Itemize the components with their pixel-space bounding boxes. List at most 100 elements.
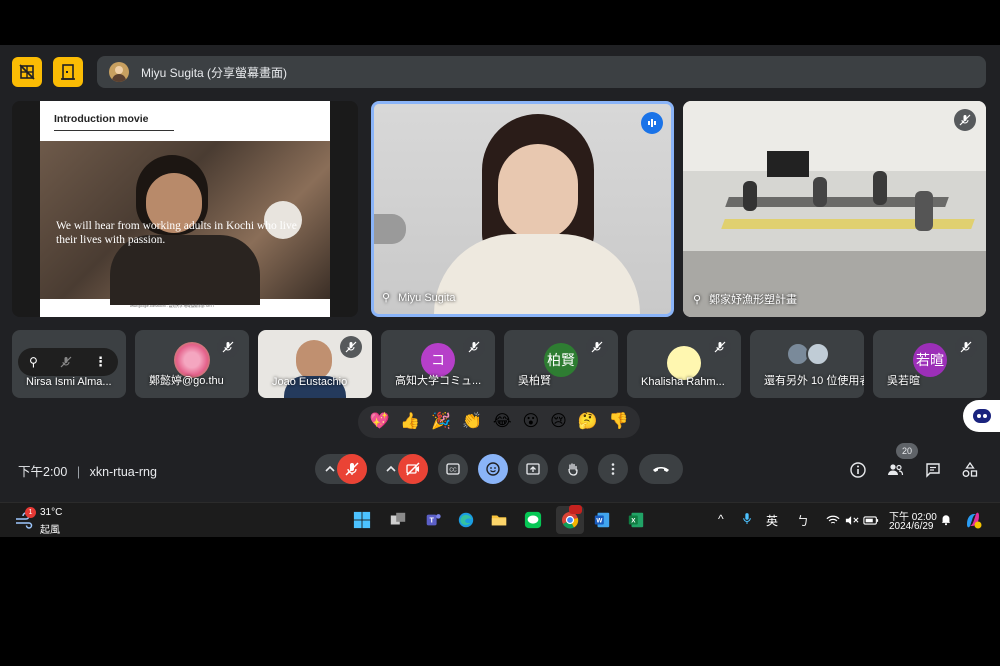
svg-text:W: W (596, 518, 602, 525)
mic-off-icon (709, 336, 731, 358)
folder-icon (491, 515, 507, 526)
meeting-code: xkn-rtua-rng (89, 465, 157, 479)
ime-language[interactable]: 英 (766, 512, 778, 529)
participant-tile-8[interactable]: 若暄 吳若暄 (873, 330, 987, 398)
battery-icon[interactable] (863, 513, 879, 531)
wifi-icon[interactable] (826, 513, 840, 531)
participant-tile-1[interactable]: ⚲ ⋮ Nirsa Ismi Alma... (12, 330, 126, 398)
windows-logo-icon (353, 511, 371, 529)
more-vert-icon[interactable]: ⋮ (94, 354, 107, 370)
chat-icon (926, 463, 940, 478)
teams-button[interactable]: T (422, 509, 444, 531)
active-speaker-tile[interactable]: ⚲ Miyu Sugita (371, 101, 674, 317)
raise-hand-button[interactable] (558, 454, 588, 484)
mic-off-icon (345, 462, 359, 476)
participant-tile-others[interactable]: 還有另外 10 位使用者 (750, 330, 864, 398)
windows-start-button[interactable] (351, 509, 373, 531)
reaction-thumbs-down[interactable]: 👎 (609, 412, 629, 432)
tray-mic-icon[interactable] (742, 512, 752, 531)
svg-text:CC: CC (449, 468, 457, 474)
mic-off-icon (954, 109, 976, 131)
participant-tile-2[interactable]: 鄭懿婷@go.thu (135, 330, 249, 398)
line-button[interactable] (522, 509, 544, 531)
presenter-avatar (109, 62, 129, 82)
present-screen-button[interactable] (518, 454, 548, 484)
chevron-up-icon (325, 465, 335, 472)
weather-widget-icon[interactable]: 1 (14, 507, 36, 529)
reaction-clap[interactable]: 👏 (462, 412, 482, 432)
mic-off-icon (217, 336, 239, 358)
emoji-icon (486, 462, 500, 476)
door-button[interactable] (53, 57, 83, 87)
grid-off-icon (19, 64, 35, 80)
participant-avatar (806, 342, 830, 366)
participant-tile-5[interactable]: 柏賢 吳柏賢 (504, 330, 618, 398)
pin-icon[interactable]: ⚲ (29, 355, 38, 369)
reaction-heart[interactable]: 💖 (369, 412, 389, 432)
info-icon (850, 462, 866, 478)
slide-footer: www.google.com/kochi - 高知大学 地域協働学部 SRTT (130, 304, 215, 308)
presenter-label: Miyu Sugita (分享螢幕畫面) (141, 65, 288, 80)
weather-badge: 1 (25, 507, 36, 518)
mic-off-icon[interactable] (60, 356, 72, 368)
tile-hover-menu: ⚲ ⋮ (18, 348, 118, 376)
ime-mode[interactable]: ㄅ (797, 512, 809, 529)
edge-button[interactable] (455, 509, 477, 531)
chevron-up-icon (386, 465, 396, 472)
people-count-badge: 20 (896, 443, 918, 459)
notification-bell-icon[interactable] (940, 513, 952, 531)
copilot-button[interactable] (963, 510, 983, 535)
screen-share-tile[interactable]: Introduction movie We will hear from wor… (12, 101, 358, 317)
camera-toggle-button[interactable] (398, 454, 428, 484)
reactions-button[interactable] (478, 454, 508, 484)
participant-tile-6[interactable]: Khalisha Rahm... (627, 330, 741, 398)
participant-name: Nirsa Ismi Alma... (26, 376, 112, 388)
speaker-name: ⚲ Miyu Sugita (382, 291, 456, 304)
excel-button[interactable]: X (625, 509, 647, 531)
reaction-thinking[interactable]: 🤔 (578, 412, 598, 432)
classroom-name: ⚲ 鄭家妤漁形塑計畫 (693, 291, 797, 307)
activities-button[interactable] (959, 459, 981, 481)
reaction-bar: 💖 👍 🎉 👏 😂 😮 😢 🤔 👎 (358, 406, 640, 438)
reaction-laugh[interactable]: 😂 (493, 412, 512, 432)
mic-off-icon (463, 336, 485, 358)
reaction-party[interactable]: 🎉 (431, 412, 451, 432)
reaction-surprised[interactable]: 😮 (522, 412, 539, 432)
present-to-all-icon (526, 463, 540, 475)
microphone-icon (743, 513, 751, 524)
chat-button[interactable] (922, 459, 944, 481)
chrome-button[interactable] (556, 505, 584, 534)
more-vert-icon (611, 463, 615, 475)
participant-tile-3[interactable]: Joao Eustachio (258, 330, 372, 398)
meeting-details-button[interactable] (847, 459, 869, 481)
word-icon: W (594, 512, 610, 528)
reaction-sad[interactable]: 😢 (550, 412, 567, 432)
shapes-icon (962, 461, 978, 477)
door-icon (61, 64, 75, 80)
task-view-button[interactable] (387, 509, 409, 531)
line-icon (524, 511, 542, 529)
more-options-button[interactable] (598, 454, 628, 484)
clock-date[interactable]: 2024/6/29 (889, 521, 934, 532)
weather-desc: 起風 (40, 525, 60, 536)
reaction-thumbs-up[interactable]: 👍 (400, 412, 420, 432)
layout-toggle-button[interactable] (12, 57, 42, 87)
people-button[interactable] (884, 459, 906, 481)
classroom-tile[interactable]: ⚲ 鄭家妤漁形塑計畫 (683, 101, 986, 317)
captions-button[interactable]: CC (438, 454, 468, 484)
participant-name: 高知大学コミュ... (395, 375, 482, 387)
leave-call-button[interactable] (639, 454, 683, 484)
participant-tile-4[interactable]: コ 高知大学コミュ... (381, 330, 495, 398)
closed-captions-icon: CC (446, 463, 460, 475)
word-button[interactable]: W (591, 509, 613, 531)
call-end-icon (653, 467, 669, 472)
hand-icon (568, 463, 578, 476)
teams-icon: T (426, 514, 441, 526)
file-explorer-button[interactable] (488, 509, 510, 531)
mic-toggle-button[interactable] (337, 454, 367, 484)
tray-overflow-icon[interactable]: ^ (718, 512, 724, 526)
volume-muted-icon[interactable] (845, 513, 859, 531)
companion-button[interactable] (963, 400, 1000, 432)
participant-name: 吳若暄 (887, 375, 920, 387)
participant-avatar (667, 346, 701, 380)
